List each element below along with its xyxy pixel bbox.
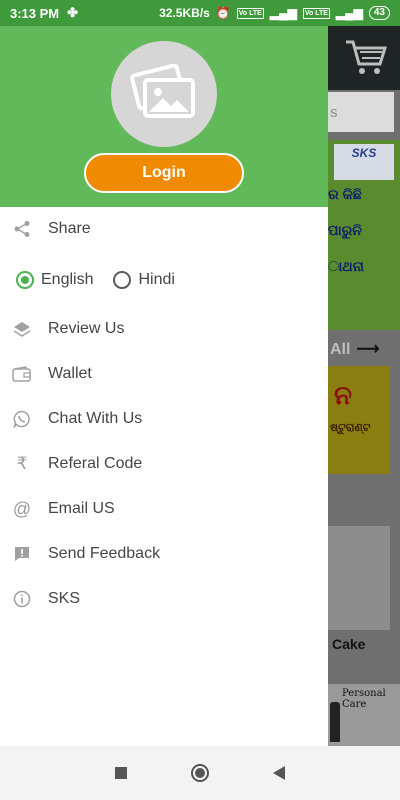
bg-care-label: Personal Care	[342, 688, 386, 710]
radio-hindi-circle[interactable]	[113, 271, 132, 289]
battery-indicator: 43	[368, 6, 390, 20]
menu-item-feedback-label: Send Feedback	[48, 545, 161, 562]
whatsapp-icon	[12, 409, 32, 429]
menu-item-email-us[interactable]: @ Email US	[0, 487, 328, 531]
navigation-drawer: Login Share English Hindi Review Us Wall…	[0, 26, 328, 746]
home-button[interactable]	[191, 764, 209, 782]
info-icon	[12, 589, 32, 609]
menu-item-review-us[interactable]: Review Us	[0, 307, 328, 351]
menu-item-email-label: Email US	[48, 500, 115, 517]
recent-apps-button[interactable]	[115, 767, 127, 779]
radio-english-label: English	[41, 271, 94, 288]
radio-hindi[interactable]: Hindi	[113, 271, 175, 289]
bg-cake-label: Cake	[332, 636, 366, 652]
login-button[interactable]: Login	[84, 153, 244, 193]
bg-banner-line-1: ର କିଛି	[328, 186, 362, 202]
bg-banner-logo: SKS	[334, 144, 394, 180]
menu-item-referal-label: Referal Code	[48, 455, 143, 472]
layers-icon	[12, 319, 32, 339]
menu-item-share-label: Share	[48, 220, 91, 237]
at-icon: @	[12, 498, 32, 519]
volte-badge: Vo LTE	[236, 7, 264, 19]
bg-cake-image[interactable]	[328, 526, 390, 630]
menu-item-chat-with-us[interactable]: Chat With Us	[0, 397, 328, 441]
signal-icon-2: ▂▄▆	[335, 6, 363, 20]
menu-item-sks[interactable]: SKS	[0, 577, 328, 621]
bottle-image	[330, 702, 340, 742]
bg-restaurant-card[interactable]: ନ ଷ୍ଟୁରାଣ୍ଟ	[328, 366, 390, 474]
system-nav-bar	[0, 746, 400, 800]
bg-banner[interactable]: SKS ର କିଛି ପାରୁନି ାଥନା	[328, 140, 400, 330]
wallet-icon	[12, 364, 32, 384]
arrow-right-icon: ⟶	[356, 341, 380, 358]
bg-card-subtitle: ଷ୍ଟୁରାଣ୍ଟ	[330, 422, 371, 434]
menu-item-send-feedback[interactable]: Send Feedback	[0, 532, 328, 576]
status-time: 3:13 PM	[10, 5, 60, 21]
language-selector: English Hindi	[0, 258, 328, 302]
radio-english[interactable]: English	[16, 271, 93, 289]
bg-view-all-label: All	[330, 341, 351, 358]
menu-item-wallet-label: Wallet	[48, 365, 92, 382]
volte-badge-2: Vo LTE	[302, 7, 330, 19]
bg-card-title: ନ	[334, 380, 352, 410]
drawer-header: Login	[0, 26, 328, 207]
cart-icon[interactable]	[344, 38, 388, 76]
bg-banner-line-2: ପାରୁନି	[328, 222, 362, 238]
avatar[interactable]	[111, 41, 217, 147]
signal-icon: ▂▄▆	[269, 6, 297, 20]
network-speed: 32.5KB/s	[159, 6, 210, 20]
status-bar: 3:13 PM ✤ 32.5KB/s ⏰ Vo LTE ▂▄▆ Vo LTE ▂…	[0, 0, 400, 26]
bg-search-input[interactable]: s	[328, 92, 394, 132]
menu-item-referal-code[interactable]: ₹ Referal Code	[0, 442, 328, 486]
radio-english-circle[interactable]	[16, 271, 34, 289]
menu-item-wallet[interactable]: Wallet	[0, 352, 328, 396]
rupee-icon: ₹	[16, 454, 28, 473]
bg-personal-care-card[interactable]: Personal Care	[328, 684, 400, 746]
bg-app-header	[328, 26, 400, 90]
back-button[interactable]	[273, 766, 285, 780]
bg-banner-line-3: ାଥନା	[328, 258, 364, 274]
image-placeholder-icon	[130, 64, 195, 118]
background-app: s SKS ର କିଛି ପାରୁନି ାଥନା All ⟶ ନ ଷ୍ଟୁରାଣ୍…	[328, 26, 400, 746]
menu-item-sks-label: SKS	[48, 590, 81, 607]
menu-item-chat-label: Chat With Us	[48, 410, 143, 427]
feedback-icon	[12, 544, 32, 564]
menu-item-share[interactable]: Share	[0, 207, 328, 251]
radio-hindi-label: Hindi	[138, 271, 175, 288]
share-icon	[12, 219, 32, 239]
pinwheel-icon: ✤	[67, 5, 79, 20]
bg-view-all[interactable]: All ⟶	[328, 336, 400, 364]
menu-item-review-us-label: Review Us	[48, 320, 125, 337]
alarm-icon: ⏰	[215, 6, 231, 20]
